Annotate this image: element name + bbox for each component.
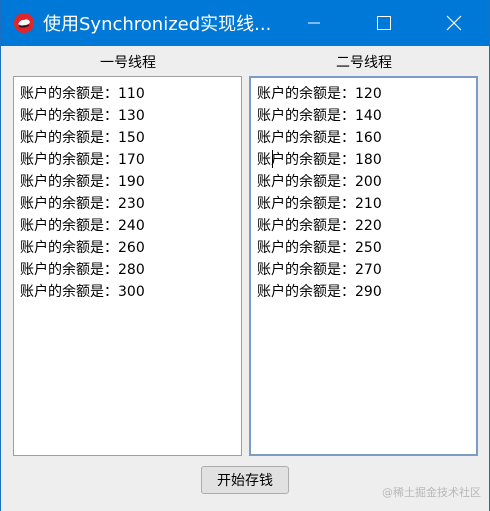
balance-line: 账户的余额是：130 [20, 108, 145, 124]
window-title: 使用Synchronized实现线... [43, 14, 272, 35]
balance-line: 账户的余额是：240 [20, 218, 145, 234]
minimize-button[interactable] [279, 0, 349, 46]
balance-line: 账户的余额是：280 [20, 262, 145, 278]
start-saving-button[interactable]: 开始存钱 [201, 466, 289, 494]
balance-line: 账户的余额是：230 [20, 196, 145, 212]
balance-line: 账户的余额是：200 [257, 174, 382, 190]
window-content: 一号线程 二号线程 账户的余额是：110 账户的余额是：130 账户的余额是：1… [1, 46, 489, 511]
balance-line: 账户的余额是：210 [257, 196, 382, 212]
minimize-icon [308, 22, 320, 24]
thread2-label: 二号线程 [336, 55, 392, 71]
balance-line: 账户的余额是：190 [20, 174, 145, 190]
balance-line: 账户的余额是：180 [257, 152, 382, 168]
balance-line: 账户的余额是：110 [20, 86, 145, 102]
thread1-textarea[interactable]: 账户的余额是：110 账户的余额是：130 账户的余额是：150 账户的余额是：… [13, 76, 242, 456]
title-bar[interactable]: 使用Synchronized实现线... [1, 0, 489, 46]
thread1-label: 一号线程 [100, 55, 156, 71]
balance-line: 账户的余额是：160 [257, 130, 382, 146]
balance-line: 账户的余额是：270 [257, 262, 382, 278]
balance-line: 账户的余额是：250 [257, 240, 382, 256]
balance-line: 账户的余额是：170 [20, 152, 145, 168]
balance-line: 账户的余额是：120 [257, 86, 382, 102]
maximize-icon [377, 16, 391, 30]
balance-line: 账户的余额是：140 [257, 108, 382, 124]
balance-line: 账户的余额是：220 [257, 218, 382, 234]
maximize-button[interactable] [349, 0, 419, 46]
window-controls [279, 0, 489, 46]
app-window: 使用Synchronized实现线... 一号线程 二号线程 账户的余额是：11… [0, 0, 490, 511]
balance-line: 账户的余额是：260 [20, 240, 145, 256]
thread2-textarea[interactable]: 账户的余额是：120 账户的余额是：140 账户的余额是：160 账户的余额是：… [249, 76, 478, 456]
balance-line: 账户的余额是：300 [20, 284, 145, 300]
balance-line: 账户的余额是：150 [20, 130, 145, 146]
close-icon [446, 15, 462, 31]
watermark-text: @稀土掘金技术社区 [382, 486, 481, 499]
text-caret [272, 150, 273, 168]
close-button[interactable] [419, 0, 489, 46]
app-icon [14, 13, 34, 33]
balance-line: 账户的余额是：290 [257, 284, 382, 300]
